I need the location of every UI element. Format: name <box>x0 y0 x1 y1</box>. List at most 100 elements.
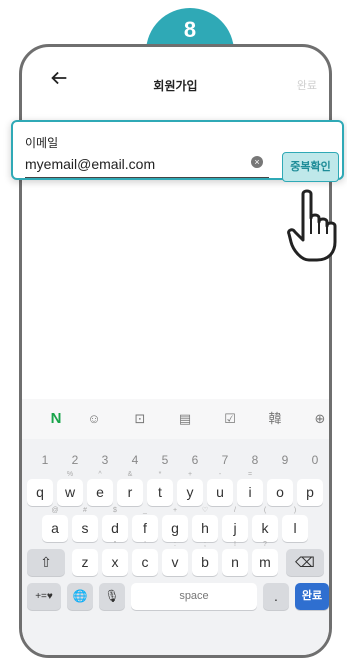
key-d[interactable]: $ d <box>102 507 128 542</box>
clipboard-icon[interactable]: ☑ <box>222 411 238 427</box>
email-input[interactable]: myemail@email.com <box>25 156 155 172</box>
key-label: y <box>186 484 194 500</box>
email-label: 이메일 <box>25 136 59 150</box>
key-label: c <box>141 554 149 570</box>
key-hint: ( <box>263 507 267 514</box>
key-r[interactable]: & r <box>117 471 143 506</box>
key-t[interactable]: * t <box>147 471 173 506</box>
key-b[interactable]: ; b <box>192 541 218 576</box>
key-a[interactable]: @ a <box>42 507 68 542</box>
mic-key[interactable]: 🎙 <box>99 583 125 610</box>
key-hint: ^ <box>98 471 102 478</box>
key-label: h <box>201 520 209 536</box>
key-hint: - <box>218 471 222 478</box>
key-label: t <box>158 484 162 500</box>
key-hint: : <box>174 541 176 548</box>
key-9[interactable]: 9 <box>272 447 298 474</box>
key-s[interactable]: # s <box>72 507 98 542</box>
key-hint: + <box>172 507 178 514</box>
key-z[interactable]: z <box>72 549 98 576</box>
done-button[interactable]: 완료 <box>297 77 317 93</box>
emoji-icon[interactable]: ☺ <box>86 411 102 427</box>
key-hint: $ <box>113 507 117 514</box>
key-v[interactable]: :v <box>162 541 188 576</box>
key-y[interactable]: + y <box>177 471 203 506</box>
key-label: d <box>111 520 119 536</box>
key-label: w <box>64 484 76 500</box>
key-j[interactable]: / j <box>222 507 248 542</box>
key-label: v <box>171 554 179 570</box>
key-p[interactable]: p <box>297 479 323 506</box>
key-label: j <box>233 520 237 536</box>
period-key[interactable]: . <box>263 583 289 610</box>
key-label: b <box>201 554 209 570</box>
add-icon[interactable]: ⊕ <box>312 411 328 427</box>
key-label: n <box>231 554 239 570</box>
key-hint: * <box>158 471 162 478</box>
key-g[interactable]: + g <box>162 507 188 542</box>
key-hint: _ <box>143 507 147 514</box>
key-label: a <box>51 520 59 536</box>
key-label: u <box>216 484 224 500</box>
enter-key[interactable]: 완료 <box>295 583 329 610</box>
key-hint: + <box>187 471 193 478</box>
key-label: e <box>96 484 104 500</box>
key-hint: ♡ <box>201 507 209 514</box>
key-f[interactable]: _ f <box>132 507 158 542</box>
key-label: x <box>111 554 119 570</box>
key-k[interactable]: (k <box>252 507 278 542</box>
shift-key[interactable]: ⇧ <box>27 549 65 576</box>
key-label: l <box>293 520 297 536</box>
keyboard: N ☺ ⊡ ▤ ☑ 韓 ⊕ 1 2 3 4 5 6 7 8 9 0 q % w ^… <box>22 399 329 655</box>
key-hint: ) <box>293 507 297 514</box>
key-q[interactable]: q <box>27 479 53 506</box>
key-o[interactable]: o <box>267 479 293 506</box>
globe-key[interactable]: 🌐 <box>67 583 93 610</box>
key-hint: ? <box>263 541 267 548</box>
key-hint: # <box>83 507 87 514</box>
key-hint: = <box>247 471 253 478</box>
key-label: g <box>171 520 179 536</box>
key-hint: / <box>234 507 236 514</box>
key-hint: @ <box>51 507 59 514</box>
key-l[interactable]: ) l <box>282 507 308 542</box>
symbols-key[interactable]: +=♥ <box>27 583 61 610</box>
key-1[interactable]: 1 <box>32 447 58 474</box>
key-hint: ; <box>204 541 206 548</box>
keyboard-toolbar: N ☺ ⊡ ▤ ☑ 韓 ⊕ <box>22 399 329 439</box>
pointing-hand-icon <box>287 189 337 262</box>
key-label: p <box>306 484 314 500</box>
key-m[interactable]: ? m <box>252 541 278 576</box>
space-key[interactable]: space <box>131 583 257 610</box>
key-h[interactable]: ♡ h <box>192 507 218 542</box>
key-w[interactable]: % w <box>57 471 83 506</box>
key-x[interactable]: " x <box>102 541 128 576</box>
email-field-card: 이메일 myemail@email.com × 중복확인 <box>11 120 344 182</box>
key-label: s <box>81 520 89 536</box>
email-underline <box>25 177 269 178</box>
key-n[interactable]: ! n <box>222 541 248 576</box>
key-label: r <box>127 484 133 500</box>
naver-n-icon[interactable]: N <box>48 411 64 427</box>
key-hint: ! <box>234 541 236 548</box>
clear-icon[interactable]: × <box>251 156 263 168</box>
key-hint: % <box>66 471 74 478</box>
key-c[interactable]: ' c <box>132 541 158 576</box>
key-label: q <box>36 484 44 500</box>
memo-icon[interactable]: ▤ <box>177 411 193 427</box>
key-hint: ' <box>144 541 146 548</box>
duplicate-check-button[interactable]: 중복확인 <box>282 152 339 182</box>
page-title: 회원가입 <box>153 79 198 93</box>
key-u[interactable]: -u <box>207 471 233 506</box>
key-label: m <box>259 554 271 570</box>
key-label: k <box>261 520 269 536</box>
key-label: f <box>143 520 147 536</box>
key-i[interactable]: = i <box>237 471 263 506</box>
backspace-key[interactable]: ⌫ <box>286 549 324 576</box>
hanja-icon[interactable]: 韓 <box>267 411 283 427</box>
key-label: o <box>276 484 284 500</box>
emoticon-icon[interactable]: ⊡ <box>132 411 148 427</box>
key-e[interactable]: ^ e <box>87 471 113 506</box>
key-0[interactable]: 0 <box>302 447 328 474</box>
key-label: i <box>248 484 252 500</box>
